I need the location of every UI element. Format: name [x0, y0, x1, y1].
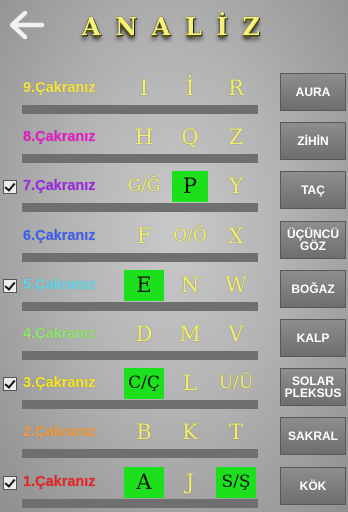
letter-cell: X	[228, 223, 244, 248]
letter-cell: F	[136, 223, 152, 248]
letter-cell: Y	[229, 174, 243, 199]
letter-cell: İ	[185, 76, 195, 100]
letter-cell-selected: A	[124, 466, 164, 498]
checkbox-checked-icon[interactable]	[3, 475, 17, 490]
row-divider-bar	[22, 301, 258, 311]
row-divider-bar	[22, 203, 258, 213]
chakra-button[interactable]: KÖK	[280, 466, 346, 505]
checkbox-checked-icon[interactable]	[3, 278, 17, 293]
row-divider-bar	[22, 351, 258, 360]
title-letter: Z	[242, 12, 262, 41]
letter-cell: I	[139, 76, 149, 100]
checkbox-checked-icon[interactable]	[3, 377, 17, 392]
row-divider-bar	[22, 154, 258, 164]
chakra-row: 1.Çakranız A J S/Ş KÖK	[0, 461, 348, 510]
letter-cell: Q	[181, 125, 199, 150]
letter-cell: Z	[228, 125, 244, 150]
chakra-button[interactable]: SAKRAL	[280, 417, 346, 456]
letter-cell: D	[135, 322, 153, 346]
chakra-button[interactable]: BOĞAZ	[280, 269, 346, 308]
page-title: A N A L İ Z	[82, 12, 262, 41]
letter-cell: K	[182, 420, 198, 445]
chakra-row: 6.Çakranız F O/Ö X ÜÇÜNCÜ GÖZ	[0, 215, 348, 264]
letter-cell: G/Ğ	[127, 176, 161, 197]
title-letter: İ	[216, 12, 230, 41]
row-divider-bar	[22, 449, 258, 459]
chakra-button[interactable]: AURA	[280, 73, 346, 111]
letter-cell-selected: P	[172, 171, 208, 203]
chakra-label: 5.Çakranız	[23, 276, 96, 293]
chakra-button[interactable]: TAÇ	[280, 171, 346, 210]
chakra-button[interactable]: KALP	[280, 319, 346, 357]
chakra-row: 5.Çakranız E N W BOĞAZ	[0, 264, 348, 313]
letter-cell: H	[134, 125, 154, 150]
letter-cell-selected: E	[124, 269, 164, 301]
letter-cell: J	[185, 469, 195, 494]
chakra-label: 6.Çakranız	[23, 227, 96, 244]
letter-cell: L	[183, 371, 197, 396]
chakra-label: 3.Çakranız	[23, 375, 96, 392]
chakra-button[interactable]: ZİHİN	[280, 122, 346, 161]
title-letter: N	[115, 12, 140, 41]
chakra-button[interactable]: ÜÇÜNCÜ GÖZ	[280, 220, 346, 259]
letter-cell: V	[228, 322, 244, 346]
checkbox-checked-icon[interactable]	[3, 180, 17, 195]
chakra-label: 9.Çakranız	[23, 80, 96, 96]
row-divider-bar	[22, 252, 258, 262]
letter-cell: N	[180, 272, 200, 297]
title-letter: L	[185, 12, 204, 41]
letter-cell-selected: S/Ş	[216, 466, 256, 498]
chakra-label: 2.Çakranız	[23, 424, 96, 441]
row-divider-bar	[22, 105, 258, 114]
chakra-row: 8.Çakranız H Q Z ZİHİN	[0, 116, 348, 165]
letter-cell: W	[225, 272, 247, 297]
chakra-row: 4.Çakranız D M V KALP	[0, 313, 348, 362]
chakra-row: 9.Çakranız I İ R AURA	[0, 67, 348, 116]
letter-cell: U/Ü	[218, 373, 254, 394]
letter-cell-selected: C/Ç	[124, 368, 164, 400]
chakra-row: 2.Çakranız B K T SAKRAL	[0, 411, 348, 460]
letter-cell: T	[228, 420, 243, 445]
chakra-row: 7.Çakranız G/Ğ P Y TAÇ	[0, 165, 348, 214]
title-letter: A	[151, 12, 173, 41]
chakra-label: 1.Çakranız	[23, 473, 96, 490]
chakra-label: 8.Çakranız	[23, 129, 96, 146]
letter-cell: R	[228, 76, 244, 100]
letter-cell: O/Ö	[173, 225, 207, 246]
letter-cell: B	[136, 420, 152, 445]
row-divider-bar	[22, 498, 258, 508]
row-divider-bar	[22, 400, 258, 410]
chakra-button[interactable]: SOLAR PLEKSUS	[280, 368, 346, 407]
chakra-label: 7.Çakranız	[23, 178, 96, 195]
title-letter: A	[82, 12, 103, 41]
back-arrow-icon[interactable]	[6, 8, 46, 42]
chakra-label: 4.Çakranız	[23, 326, 96, 342]
letter-cell: M	[179, 322, 201, 346]
chakra-row: 3.Çakranız C/Ç L U/Ü SOLAR PLEKSUS	[0, 362, 348, 411]
